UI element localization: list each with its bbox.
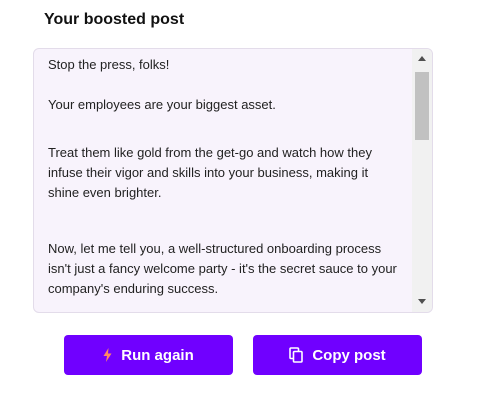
scroll-down-arrow-icon[interactable] — [418, 299, 426, 304]
copy-post-button[interactable]: Copy post — [253, 335, 422, 375]
scroll-up-arrow-icon[interactable] — [418, 56, 426, 61]
vertical-scrollbar[interactable] — [412, 49, 432, 312]
copy-post-label: Copy post — [312, 346, 386, 364]
copy-icon — [289, 347, 304, 363]
page-title: Your boosted post — [44, 11, 185, 28]
run-again-label: Run again — [121, 346, 194, 364]
lightning-icon — [103, 348, 112, 362]
scroll-thumb[interactable] — [415, 72, 429, 140]
post-paragraph: Now, let me tell you, a well-structured … — [48, 241, 397, 296]
post-paragraph: Stop the press, folks! — [48, 57, 170, 72]
post-content: Stop the press, folks! Your employees ar… — [48, 49, 398, 299]
post-paragraph: Treat them like gold from the get-go and… — [48, 145, 372, 200]
post-textarea[interactable]: Stop the press, folks! Your employees ar… — [33, 48, 433, 313]
post-paragraph: Your employees are your biggest asset. — [48, 97, 276, 112]
run-again-button[interactable]: Run again — [64, 335, 233, 375]
